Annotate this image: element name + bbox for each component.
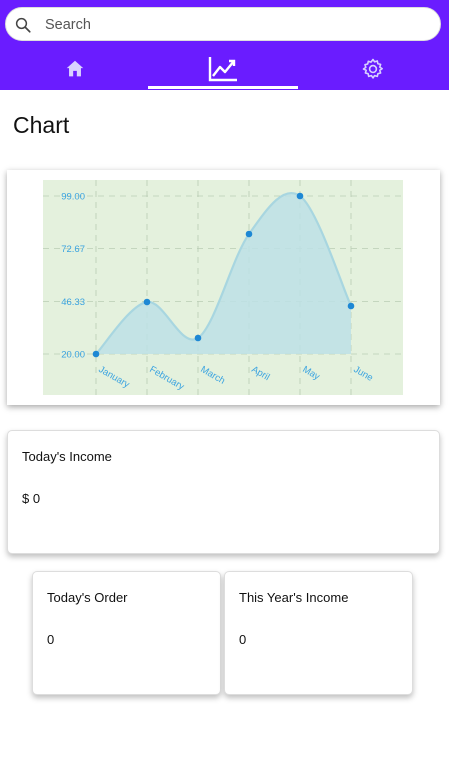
tab-chart[interactable] <box>148 47 298 90</box>
top-app-bar: Search <box>0 0 449 90</box>
data-point-may <box>296 192 304 200</box>
todays-income-value: $ 0 <box>22 491 41 506</box>
gear-icon <box>362 58 383 79</box>
data-point-june <box>347 302 355 310</box>
home-icon <box>66 60 84 76</box>
page-title: Chart <box>13 112 70 138</box>
this-year-income-value: 0 <box>239 632 247 647</box>
y-tick-label: 46.33 <box>61 297 85 308</box>
this-year-income-card[interactable]: This Year's Income 0 <box>224 571 413 695</box>
active-tab-indicator <box>148 86 298 89</box>
search-placeholder: Search <box>45 17 91 33</box>
todays-income-card[interactable]: Today's Income $ 0 <box>7 430 440 554</box>
data-point-february <box>143 298 151 306</box>
area-chart: 20.0046.3372.6799.00January February March… <box>43 180 403 395</box>
search-icon <box>15 17 31 33</box>
y-tick-label: 20.00 <box>61 350 85 361</box>
this-year-income-label: This Year's Income <box>239 590 349 605</box>
chart-background <box>43 180 403 395</box>
todays-order-label: Today's Order <box>47 590 128 605</box>
data-point-january <box>92 350 100 358</box>
search-bar[interactable]: Search <box>5 7 441 41</box>
todays-income-label: Today's Income <box>22 449 112 464</box>
tab-settings[interactable] <box>298 47 448 90</box>
tab-home[interactable] <box>0 47 150 90</box>
y-tick-label: 99.00 <box>61 192 85 203</box>
todays-order-value: 0 <box>47 632 55 647</box>
y-tick-label: 72.67 <box>61 244 85 255</box>
data-point-march <box>194 334 202 342</box>
chart-card: 20.00 46.33 72.67 99.00 January February March… <box>7 170 440 405</box>
chart-line-icon <box>208 56 237 81</box>
todays-order-card[interactable]: Today's Order 0 <box>32 571 221 695</box>
data-point-april <box>245 230 253 238</box>
tab-bar <box>0 47 449 90</box>
